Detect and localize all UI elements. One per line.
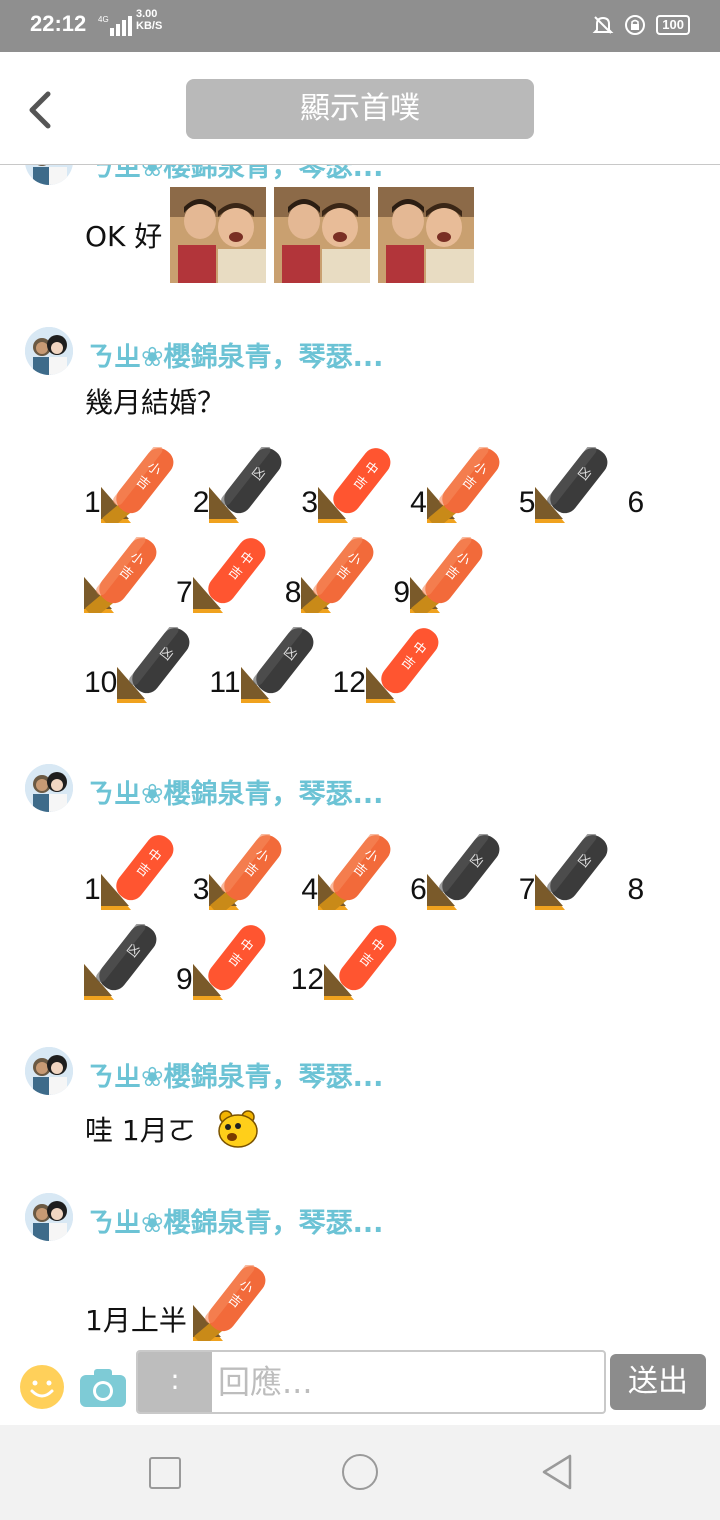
number-label: 10	[84, 666, 118, 699]
number-label: 11	[209, 666, 241, 699]
sticker-image	[378, 187, 474, 283]
home-icon[interactable]	[342, 1454, 378, 1490]
smiley-icon[interactable]	[20, 1365, 64, 1409]
omikuji-icon	[366, 627, 442, 703]
network-speed: 3.00 KB/S	[136, 8, 163, 32]
network-type: 4G	[98, 15, 109, 24]
author-name[interactable]: ㄋㄓ❀櫻錦泉青，琴瑟...	[87, 1055, 383, 1094]
avatar[interactable]	[25, 1193, 73, 1241]
mute-icon	[592, 16, 614, 34]
number-label: 3	[192, 873, 210, 906]
number-label: 6	[410, 873, 427, 906]
omikuji-icon	[209, 447, 285, 523]
number-label: 8	[627, 873, 645, 906]
sticker-image	[170, 187, 266, 283]
number-label: 7	[176, 576, 193, 609]
omikuji-row: 7 8 9	[84, 537, 486, 613]
sticker-image	[274, 187, 370, 283]
omikuji-icon	[193, 537, 269, 613]
omikuji-row: 1 2 3 4 5 6	[84, 447, 644, 523]
reply-input[interactable]	[218, 1352, 598, 1412]
lock-rotation-icon	[625, 15, 646, 35]
omikuji-row: 9 12	[84, 924, 400, 1000]
omikuji-icon	[427, 834, 503, 910]
number-label: 2	[192, 486, 210, 519]
omikuji-icon	[427, 447, 503, 523]
reply-field-wrapper: :	[136, 1350, 606, 1414]
omikuji-icon	[535, 447, 611, 523]
chat-thread: ㄋㄓ❀櫻錦泉青，琴瑟... OK 好 ㄋㄓ❀櫻錦泉青，琴瑟... 幾月結婚？ 1…	[0, 165, 720, 1345]
show-first-plurk-button[interactable]: 顯示首噗	[186, 79, 534, 139]
number-label: 4	[410, 486, 427, 519]
number-label: 12	[332, 666, 366, 699]
omikuji-icon	[318, 834, 394, 910]
number-label: 7	[518, 873, 536, 906]
reply-bar: : 送出	[0, 1345, 720, 1425]
message-text: OK 好	[85, 220, 163, 253]
number-label: 9	[393, 576, 411, 609]
message-text: 1月上半	[85, 1304, 187, 1337]
signal-icon: 4G	[98, 15, 132, 36]
number-label: 1	[84, 873, 101, 906]
author-name[interactable]: ㄋㄓ❀櫻錦泉青，琴瑟...	[87, 772, 383, 811]
status-bar: 22:12 4G 3.00 KB/S 100	[0, 0, 720, 52]
omikuji-icon	[241, 627, 317, 703]
avatar[interactable]	[25, 327, 73, 375]
number-label: 12	[290, 963, 325, 996]
omikuji-icon	[117, 627, 193, 703]
omikuji-icon	[101, 447, 177, 523]
number-label: 3	[301, 486, 319, 519]
avatar[interactable]	[25, 1047, 73, 1095]
battery-icon: 100	[656, 15, 690, 35]
number-label: 4	[301, 873, 319, 906]
camera-icon[interactable]	[80, 1367, 126, 1407]
number-label: 1	[84, 486, 101, 519]
omikuji-icon	[301, 537, 377, 613]
omikuji-icon	[84, 924, 160, 1000]
omikuji-row: 1 3 4 6 7 8	[84, 834, 644, 910]
omikuji-icon	[324, 924, 400, 1000]
author-name[interactable]: ㄋㄓ❀櫻錦泉青，琴瑟...	[87, 1201, 383, 1240]
omikuji-icon	[209, 834, 285, 910]
send-button[interactable]: 送出	[610, 1354, 706, 1410]
qualifier-selector[interactable]: :	[138, 1352, 212, 1412]
nav-back-icon[interactable]	[540, 1454, 574, 1490]
bear-emoticon-icon	[217, 1110, 258, 1148]
number-label: 6	[627, 486, 645, 519]
avatar[interactable]	[25, 165, 73, 185]
omikuji-row: 10 11 12	[84, 627, 442, 703]
message-text: 幾月結婚？	[85, 386, 226, 419]
top-header: 顯示首噗	[0, 52, 720, 165]
omikuji-icon	[318, 447, 394, 523]
recent-apps-icon[interactable]	[149, 1457, 181, 1489]
author-name[interactable]: ㄋㄓ❀櫻錦泉青，琴瑟...	[87, 335, 383, 374]
avatar[interactable]	[25, 764, 73, 812]
omikuji-icon	[410, 537, 486, 613]
number-label: 8	[284, 576, 302, 609]
omikuji-icon	[101, 834, 177, 910]
back-chevron-icon[interactable]	[22, 88, 62, 132]
omikuji-icon	[193, 924, 269, 1000]
author-name[interactable]: ㄋㄓ❀櫻錦泉青，琴瑟...	[87, 165, 383, 184]
message-text: 哇 1月ㄛ	[85, 1114, 196, 1147]
status-time: 22:12	[30, 11, 87, 36]
number-label: 9	[176, 963, 193, 996]
omikuji-icon	[535, 834, 611, 910]
omikuji-icon	[84, 537, 160, 613]
omikuji-icon	[193, 1265, 269, 1341]
number-label: 5	[518, 486, 536, 519]
system-nav-bar	[0, 1425, 720, 1520]
